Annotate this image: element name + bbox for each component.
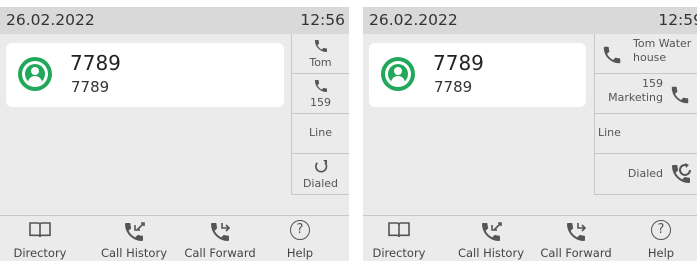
line-key-label: Dialed	[302, 177, 339, 190]
call-number: 7789	[71, 78, 110, 96]
line-key-label-2: Marketing	[608, 91, 663, 104]
line-key-tom[interactable]: Tom	[291, 34, 349, 74]
call-name: 7789	[433, 51, 484, 75]
phone-icon	[669, 84, 691, 106]
status-bar: 26.02.2022 12:56	[0, 7, 349, 34]
softkey-call-history[interactable]: Call History	[453, 216, 529, 261]
call-forward-icon	[208, 220, 232, 248]
softkey-help[interactable]: ? Help	[643, 216, 679, 261]
softkey-call-forward[interactable]: Call Forward	[535, 216, 617, 261]
line-key-label: Line	[309, 126, 332, 139]
help-icon: ?	[290, 220, 310, 240]
book-icon	[28, 220, 52, 244]
book-icon	[387, 220, 411, 244]
softkey-help[interactable]: ? Help	[282, 216, 318, 261]
line-key-line[interactable]: Line	[594, 114, 697, 154]
line-key-label: Tom Water	[633, 37, 692, 50]
active-call-card[interactable]: 7789 7789	[369, 43, 586, 107]
line-key-label-2: house	[633, 51, 667, 64]
line-key-159-marketing[interactable]: 159 Marketing	[594, 74, 697, 114]
redial-icon	[313, 158, 329, 174]
line-key-label: Line	[598, 126, 621, 139]
line-key-line[interactable]: Line	[291, 114, 349, 154]
softkey-label: Directory	[13, 246, 67, 260]
softkey-directory[interactable]: Directory	[371, 216, 427, 261]
phone-screen-a: 26.02.2022 12:56 7789 7789 Tom 159 Line	[0, 7, 349, 261]
softkey-label: Directory	[372, 246, 426, 260]
softkey-label: Call History	[457, 246, 525, 260]
softkey-label: Call History	[100, 246, 168, 260]
line-key-159[interactable]: 159	[291, 74, 349, 114]
line-key-label: 159	[642, 77, 663, 90]
softkey-bar: Directory Call History Call Forward ? He…	[363, 215, 697, 261]
help-icon: ?	[651, 220, 671, 240]
redial-icon	[669, 162, 693, 186]
softkey-label: Help	[647, 246, 675, 260]
phone-icon	[313, 38, 329, 54]
call-history-icon	[122, 220, 146, 248]
phone-icon	[313, 78, 329, 94]
status-date: 26.02.2022	[6, 11, 95, 29]
contact-avatar-icon	[381, 57, 415, 91]
status-date: 26.02.2022	[369, 11, 458, 29]
softkey-directory[interactable]: Directory	[10, 216, 70, 261]
softkey-label: Call Forward	[540, 246, 612, 260]
status-bar: 26.02.2022 12:59	[363, 7, 697, 34]
softkey-bar: Directory Call History Call Forward ? He…	[0, 215, 349, 261]
line-key-dialed[interactable]: Dialed	[594, 154, 697, 195]
line-key-label: Dialed	[627, 167, 663, 180]
softkey-label: Help	[286, 246, 314, 260]
line-key-dialed[interactable]: Dialed	[291, 154, 349, 195]
line-key-tom-waterhouse[interactable]: Tom Water house	[594, 34, 697, 74]
status-time: 12:59	[658, 11, 697, 29]
contact-avatar-icon	[18, 57, 52, 91]
call-number: 7789	[434, 78, 473, 96]
softkey-call-forward[interactable]: Call Forward	[180, 216, 260, 261]
line-key-label: 159	[310, 96, 331, 109]
status-time: 12:56	[300, 11, 345, 29]
call-forward-icon	[564, 220, 588, 248]
active-call-card[interactable]: 7789 7789	[6, 43, 284, 107]
softkey-label: Call Forward	[184, 246, 256, 260]
line-key-label: Tom	[309, 56, 332, 69]
call-name: 7789	[70, 51, 121, 75]
phone-screen-b: 26.02.2022 12:59 7789 7789 Tom Water hou…	[363, 7, 697, 261]
call-history-icon	[479, 220, 503, 248]
softkey-call-history[interactable]: Call History	[96, 216, 172, 261]
phone-icon	[601, 44, 623, 66]
